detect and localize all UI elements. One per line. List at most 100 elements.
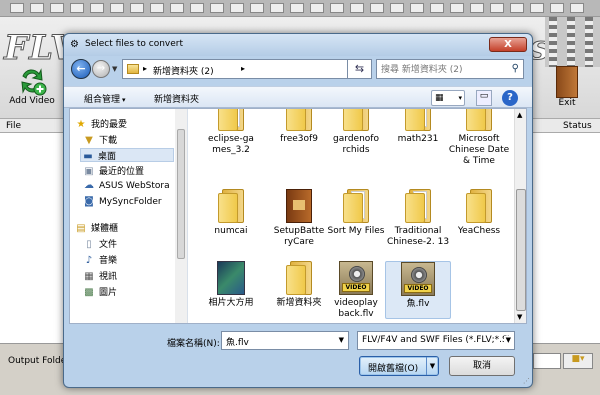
close-button[interactable]: X	[489, 37, 527, 52]
back-arrow-icon: ←	[76, 62, 86, 75]
recent-places-icon: ▣	[84, 166, 94, 177]
file-view: eclipse-ga mes_3.2 free3of9 gardenofo rc…	[188, 109, 514, 323]
chevron-down-icon: ▾	[458, 94, 462, 102]
photo-folder-icon	[217, 261, 245, 295]
breadcrumb-separator[interactable]: ▸	[143, 64, 147, 73]
pictures-icon: ▩	[84, 287, 94, 298]
nav-scrollbar-thumb[interactable]	[177, 129, 185, 259]
dialog-app-icon: ⚙	[70, 39, 79, 50]
filename-value[interactable]: 魚.flv	[226, 335, 249, 348]
recent-pages-dropdown[interactable]: ▼	[112, 65, 117, 73]
refresh-button[interactable]: ⇆	[347, 59, 372, 79]
folder-icon	[127, 64, 139, 74]
folder-icon	[466, 189, 492, 223]
file-view-scrollbar-thumb[interactable]	[516, 189, 526, 311]
open-button[interactable]: 開啟舊檔(O) ▼	[359, 356, 439, 376]
nav-mysyncfolder[interactable]: ◙ MySyncFolder	[82, 196, 161, 210]
close-icon: X	[504, 39, 512, 50]
folder-icon	[405, 189, 431, 223]
folder-item[interactable]: Traditional Chinese-2. 13	[385, 189, 451, 248]
command-bar: 組合管理 ▾ 新增資料夾 ▦ ▾ ▭ ?	[64, 86, 532, 108]
dialog-body: ★ 我的最愛 ▼ 下載 ▬ 桌面 ▣ 最近的位置 ☁ ASUS WebStora ◙ MyS…	[69, 108, 527, 324]
folder-icon	[286, 109, 312, 131]
help-button[interactable]: ?	[502, 90, 518, 106]
filetype-select[interactable]: FLV/F4V and SWF Files (*.FLV;*.S\ ▼	[357, 331, 515, 350]
filename-input[interactable]: 魚.flv ▼	[221, 331, 349, 350]
forward-button[interactable]: →	[92, 60, 110, 78]
film-strip-top	[0, 0, 600, 17]
open-options-dropdown[interactable]: ▼	[426, 357, 438, 375]
select-files-dialog: ⚙ Select files to convert X ← → ▼ ▸ 新增資料…	[63, 33, 533, 388]
nav-videos[interactable]: ▦ 視訊	[82, 269, 117, 283]
filetype-value[interactable]: FLV/F4V and SWF Files (*.FLV;*.S\	[362, 335, 511, 345]
preview-pane-icon: ▭	[479, 91, 489, 101]
column-file[interactable]: File	[6, 121, 21, 131]
library-icon: ▤	[76, 223, 86, 234]
search-box[interactable]: ⚲	[376, 59, 524, 79]
breadcrumb-separator[interactable]: ▸	[241, 64, 245, 73]
breadcrumb-current-folder[interactable]: 新增資料夾 (2)	[153, 64, 214, 77]
browse-folder-button[interactable]: ■▾	[563, 353, 593, 369]
nav-pictures[interactable]: ▩ 圖片	[82, 285, 117, 299]
folder-item[interactable]: Microsoft Chinese Date & Time	[446, 109, 512, 167]
downloads-folder-icon: ▼	[85, 135, 93, 146]
search-icon: ⚲	[511, 63, 519, 74]
nav-music[interactable]: ♪ 音樂	[82, 253, 117, 267]
nav-recent-places[interactable]: ▣ 最近的位置	[82, 164, 144, 178]
video-file-item-selected[interactable]: VIDEO 魚.flv	[385, 261, 451, 319]
chevron-down-icon[interactable]: ▼	[503, 336, 511, 344]
add-video-button[interactable]: Add Video	[2, 66, 62, 106]
nav-favorites[interactable]: ★ 我的最愛	[74, 117, 128, 131]
cloud-icon: ☁	[84, 180, 94, 191]
folder-item[interactable]: Sort My Files	[323, 189, 389, 237]
file-view-scrollbar[interactable]: ▲ ▼	[514, 109, 526, 323]
film-reel-icon	[545, 17, 600, 67]
desktop-icon: ▬	[83, 151, 93, 162]
change-view-button[interactable]: ▦ ▾	[431, 90, 465, 106]
chevron-down-icon[interactable]: ▼	[339, 336, 344, 344]
folder-item[interactable]: math231	[385, 109, 451, 145]
folder-icon	[218, 109, 244, 131]
chevron-down-icon: ▾	[122, 96, 126, 104]
scroll-up-icon[interactable]: ▲	[517, 111, 522, 119]
address-bar[interactable]: ▸ 新增資料夾 (2) ▸ ▾	[122, 59, 372, 79]
preview-pane-button[interactable]: ▭	[476, 90, 492, 106]
door-icon	[556, 66, 578, 98]
nav-scrollbar[interactable]	[175, 109, 187, 323]
folder-icon	[286, 261, 312, 295]
scroll-down-icon[interactable]: ▼	[517, 313, 522, 321]
exit-button[interactable]: Exit	[537, 66, 597, 108]
navigation-pane: ★ 我的最愛 ▼ 下載 ▬ 桌面 ▣ 最近的位置 ☁ ASUS WebStora ◙ MyS…	[70, 109, 188, 323]
resize-grip-icon[interactable]: ⋰	[523, 377, 530, 385]
music-icon: ♪	[85, 255, 93, 266]
organize-button[interactable]: 組合管理 ▾	[84, 92, 126, 105]
folder-icon	[405, 109, 431, 131]
folder-item[interactable]: eclipse-ga mes_3.2	[198, 109, 264, 156]
cancel-button[interactable]: 取消	[449, 356, 515, 376]
dialog-title: Select files to convert	[85, 39, 184, 49]
exit-label: Exit	[558, 98, 576, 108]
search-input[interactable]	[381, 62, 501, 77]
nav-desktop[interactable]: ▬ 桌面	[80, 148, 174, 162]
folder-item[interactable]: gardenofo rchids	[323, 109, 389, 156]
star-icon: ★	[76, 119, 86, 130]
nav-downloads[interactable]: ▼ 下載	[82, 133, 117, 147]
nav-asus-webstorage[interactable]: ☁ ASUS WebStora	[82, 180, 170, 194]
folder-item[interactable]: numcai	[198, 189, 264, 237]
new-folder-button[interactable]: 新增資料夾	[154, 92, 199, 105]
dialog-titlebar: ⚙ Select files to convert X	[64, 34, 532, 56]
output-folder-field-end[interactable]	[533, 353, 561, 369]
folder-item[interactable]: YeaChess	[446, 189, 512, 237]
navigation-row: ← → ▼ ▸ 新增資料夾 (2) ▸ ▾ ⇆ ⚲	[64, 56, 532, 86]
open-label: 開啟舊檔(O)	[368, 364, 419, 374]
forward-arrow-icon: →	[96, 63, 106, 74]
folder-item[interactable]: 相片大方用	[198, 261, 264, 309]
nav-libraries[interactable]: ▤ 媒體櫃	[74, 221, 118, 235]
nav-documents[interactable]: ▯ 文件	[82, 237, 117, 251]
filename-label: 檔案名稱(N):	[167, 339, 220, 349]
video-file-icon: VIDEO	[339, 261, 373, 295]
back-button[interactable]: ←	[71, 59, 91, 79]
video-file-icon: VIDEO	[401, 262, 435, 296]
column-status[interactable]: Status	[563, 121, 592, 131]
video-file-item[interactable]: VIDEO videoplay back.flv	[323, 261, 389, 320]
